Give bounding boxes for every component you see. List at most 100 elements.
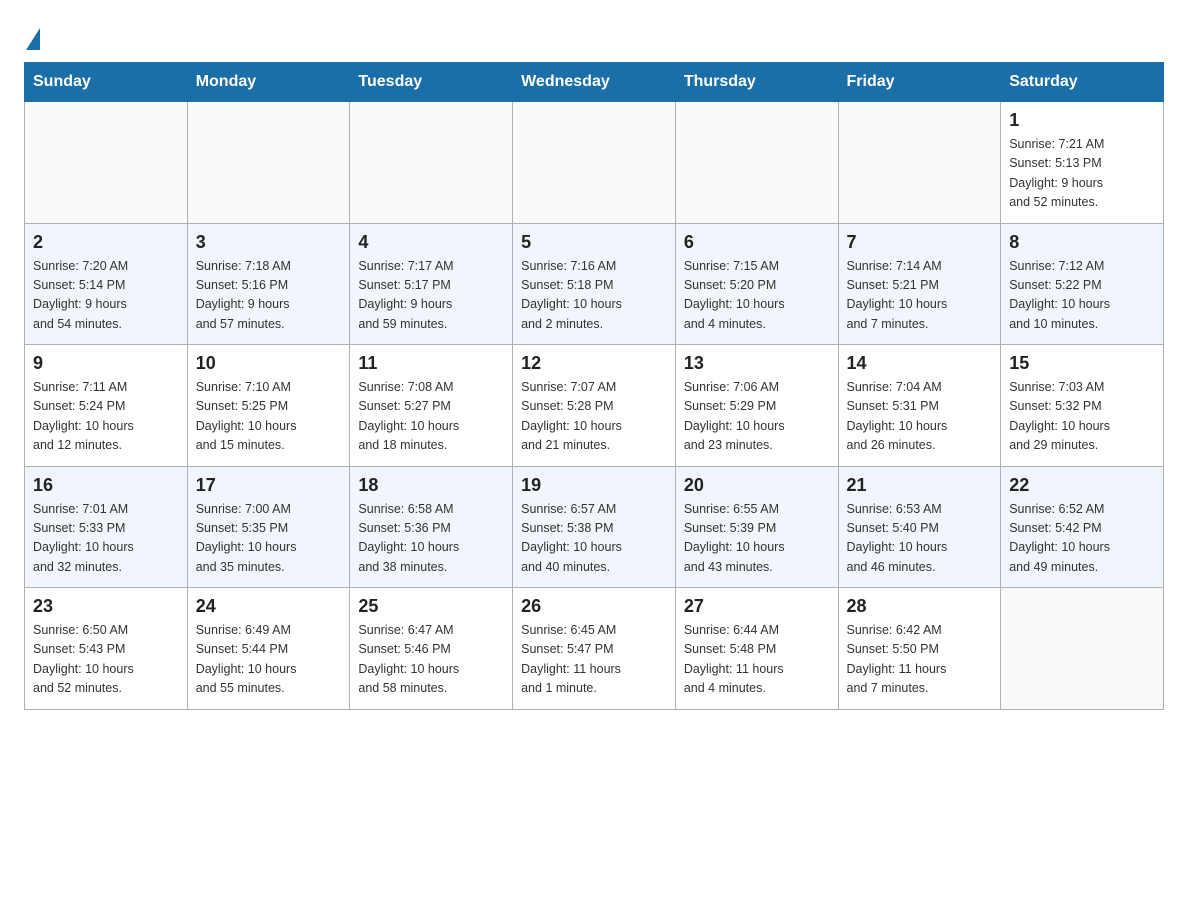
calendar-week-row: 1Sunrise: 7:21 AMSunset: 5:13 PMDaylight… <box>25 102 1164 224</box>
day-number: 28 <box>847 596 993 617</box>
weekday-header-sunday: Sunday <box>25 63 188 102</box>
calendar-day-cell <box>675 102 838 224</box>
weekday-header-friday: Friday <box>838 63 1001 102</box>
day-info: Sunrise: 6:47 AMSunset: 5:46 PMDaylight:… <box>358 621 504 699</box>
calendar-day-cell <box>838 102 1001 224</box>
day-number: 16 <box>33 475 179 496</box>
day-number: 13 <box>684 353 830 374</box>
day-number: 3 <box>196 232 342 253</box>
day-number: 2 <box>33 232 179 253</box>
calendar-day-cell: 16 Sunrise: 7:01 AMSunset: 5:33 PMDayligh… <box>25 466 188 588</box>
day-info: Sunrise: 7:10 AMSunset: 5:25 PMDaylight:… <box>196 378 342 456</box>
logo-triangle-icon <box>26 28 40 50</box>
calendar-day-cell: 22 Sunrise: 6:52 AMSunset: 5:42 PMDayligh… <box>1001 466 1164 588</box>
day-number: 26 <box>521 596 667 617</box>
weekday-header-monday: Monday <box>187 63 350 102</box>
calendar-day-cell: 24Sunrise: 6:49 AMSunset: 5:44 PMDayligh… <box>187 588 350 710</box>
day-info: Sunrise: 6:58 AMSunset: 5:36 PMDaylight:… <box>358 500 504 578</box>
day-info: Sunrise: 7:03 AMSunset: 5:32 PMDaylight:… <box>1009 378 1155 456</box>
day-info: Sunrise: 6:49 AMSunset: 5:44 PMDaylight:… <box>196 621 342 699</box>
day-number: 27 <box>684 596 830 617</box>
calendar-day-cell: 8 Sunrise: 7:12 AMSunset: 5:22 PMDaylight… <box>1001 223 1164 345</box>
logo <box>24 24 40 44</box>
day-info: Sunrise: 7:07 AMSunset: 5:28 PMDaylight:… <box>521 378 667 456</box>
day-info: Sunrise: 6:44 AMSunset: 5:48 PMDaylight:… <box>684 621 830 699</box>
day-number: 10 <box>196 353 342 374</box>
weekday-header-saturday: Saturday <box>1001 63 1164 102</box>
weekday-header-tuesday: Tuesday <box>350 63 513 102</box>
calendar-day-cell <box>187 102 350 224</box>
day-info: Sunrise: 7:06 AMSunset: 5:29 PMDaylight:… <box>684 378 830 456</box>
day-number: 9 <box>33 353 179 374</box>
day-info: Sunrise: 7:08 AMSunset: 5:27 PMDaylight:… <box>358 378 504 456</box>
day-info: Sunrise: 7:01 AMSunset: 5:33 PMDaylight:… <box>33 500 179 578</box>
calendar-day-cell: 2 Sunrise: 7:20 AMSunset: 5:14 PMDaylight… <box>25 223 188 345</box>
weekday-header-thursday: Thursday <box>675 63 838 102</box>
calendar-day-cell: 28 Sunrise: 6:42 AMSunset: 5:50 PMDayligh… <box>838 588 1001 710</box>
calendar-day-cell: 15 Sunrise: 7:03 AMSunset: 5:32 PMDayligh… <box>1001 345 1164 467</box>
day-info: Sunrise: 7:16 AMSunset: 5:18 PMDaylight:… <box>521 257 667 335</box>
day-info: Sunrise: 7:15 AMSunset: 5:20 PMDaylight:… <box>684 257 830 335</box>
calendar-table: SundayMondayTuesdayWednesdayThursdayFrid… <box>24 62 1164 710</box>
day-number: 25 <box>358 596 504 617</box>
calendar-header-row: SundayMondayTuesdayWednesdayThursdayFrid… <box>25 63 1164 102</box>
day-info: Sunrise: 7:12 AMSunset: 5:22 PMDaylight:… <box>1009 257 1155 335</box>
calendar-day-cell: 26 Sunrise: 6:45 AMSunset: 5:47 PMDayligh… <box>513 588 676 710</box>
calendar-day-cell <box>513 102 676 224</box>
calendar-day-cell <box>25 102 188 224</box>
day-info: Sunrise: 7:04 AMSunset: 5:31 PMDaylight:… <box>847 378 993 456</box>
calendar-day-cell: 14 Sunrise: 7:04 AMSunset: 5:31 PMDayligh… <box>838 345 1001 467</box>
calendar-day-cell: 10 Sunrise: 7:10 AMSunset: 5:25 PMDayligh… <box>187 345 350 467</box>
calendar-day-cell: 23Sunrise: 6:50 AMSunset: 5:43 PMDayligh… <box>25 588 188 710</box>
day-info: Sunrise: 7:14 AMSunset: 5:21 PMDaylight:… <box>847 257 993 335</box>
day-number: 14 <box>847 353 993 374</box>
day-info: Sunrise: 7:18 AMSunset: 5:16 PMDaylight:… <box>196 257 342 335</box>
day-number: 4 <box>358 232 504 253</box>
day-number: 22 <box>1009 475 1155 496</box>
day-number: 15 <box>1009 353 1155 374</box>
weekday-header-wednesday: Wednesday <box>513 63 676 102</box>
calendar-day-cell: 9Sunrise: 7:11 AMSunset: 5:24 PMDaylight… <box>25 345 188 467</box>
day-info: Sunrise: 6:53 AMSunset: 5:40 PMDaylight:… <box>847 500 993 578</box>
calendar-day-cell: 20 Sunrise: 6:55 AMSunset: 5:39 PMDayligh… <box>675 466 838 588</box>
day-info: Sunrise: 6:50 AMSunset: 5:43 PMDaylight:… <box>33 621 179 699</box>
calendar-week-row: 16 Sunrise: 7:01 AMSunset: 5:33 PMDayligh… <box>25 466 1164 588</box>
day-info: Sunrise: 6:52 AMSunset: 5:42 PMDaylight:… <box>1009 500 1155 578</box>
day-number: 5 <box>521 232 667 253</box>
day-info: Sunrise: 6:45 AMSunset: 5:47 PMDaylight:… <box>521 621 667 699</box>
calendar-day-cell <box>1001 588 1164 710</box>
day-info: Sunrise: 6:55 AMSunset: 5:39 PMDaylight:… <box>684 500 830 578</box>
calendar-day-cell: 17Sunrise: 7:00 AMSunset: 5:35 PMDayligh… <box>187 466 350 588</box>
calendar-day-cell: 1Sunrise: 7:21 AMSunset: 5:13 PMDaylight… <box>1001 102 1164 224</box>
calendar-week-row: 23Sunrise: 6:50 AMSunset: 5:43 PMDayligh… <box>25 588 1164 710</box>
calendar-day-cell: 13 Sunrise: 7:06 AMSunset: 5:29 PMDayligh… <box>675 345 838 467</box>
day-info: Sunrise: 7:00 AMSunset: 5:35 PMDaylight:… <box>196 500 342 578</box>
page-header <box>24 24 1164 44</box>
day-number: 7 <box>847 232 993 253</box>
calendar-week-row: 2 Sunrise: 7:20 AMSunset: 5:14 PMDaylight… <box>25 223 1164 345</box>
calendar-day-cell: 12 Sunrise: 7:07 AMSunset: 5:28 PMDayligh… <box>513 345 676 467</box>
calendar-day-cell: 27 Sunrise: 6:44 AMSunset: 5:48 PMDayligh… <box>675 588 838 710</box>
day-info: Sunrise: 6:57 AMSunset: 5:38 PMDaylight:… <box>521 500 667 578</box>
calendar-day-cell: 3 Sunrise: 7:18 AMSunset: 5:16 PMDaylight… <box>187 223 350 345</box>
day-info: Sunrise: 7:17 AMSunset: 5:17 PMDaylight:… <box>358 257 504 335</box>
day-info: Sunrise: 6:42 AMSunset: 5:50 PMDaylight:… <box>847 621 993 699</box>
calendar-day-cell: 21 Sunrise: 6:53 AMSunset: 5:40 PMDayligh… <box>838 466 1001 588</box>
calendar-day-cell: 18 Sunrise: 6:58 AMSunset: 5:36 PMDayligh… <box>350 466 513 588</box>
day-number: 6 <box>684 232 830 253</box>
day-number: 8 <box>1009 232 1155 253</box>
calendar-day-cell: 11 Sunrise: 7:08 AMSunset: 5:27 PMDayligh… <box>350 345 513 467</box>
day-number: 1 <box>1009 110 1155 131</box>
calendar-day-cell: 19Sunrise: 6:57 AMSunset: 5:38 PMDayligh… <box>513 466 676 588</box>
day-number: 11 <box>358 353 504 374</box>
day-info: Sunrise: 7:20 AMSunset: 5:14 PMDaylight:… <box>33 257 179 335</box>
calendar-day-cell: 5 Sunrise: 7:16 AMSunset: 5:18 PMDaylight… <box>513 223 676 345</box>
day-number: 18 <box>358 475 504 496</box>
calendar-day-cell: 4 Sunrise: 7:17 AMSunset: 5:17 PMDaylight… <box>350 223 513 345</box>
calendar-day-cell: 7 Sunrise: 7:14 AMSunset: 5:21 PMDaylight… <box>838 223 1001 345</box>
day-number: 20 <box>684 475 830 496</box>
day-number: 21 <box>847 475 993 496</box>
calendar-day-cell: 25 Sunrise: 6:47 AMSunset: 5:46 PMDayligh… <box>350 588 513 710</box>
calendar-day-cell <box>350 102 513 224</box>
day-number: 12 <box>521 353 667 374</box>
